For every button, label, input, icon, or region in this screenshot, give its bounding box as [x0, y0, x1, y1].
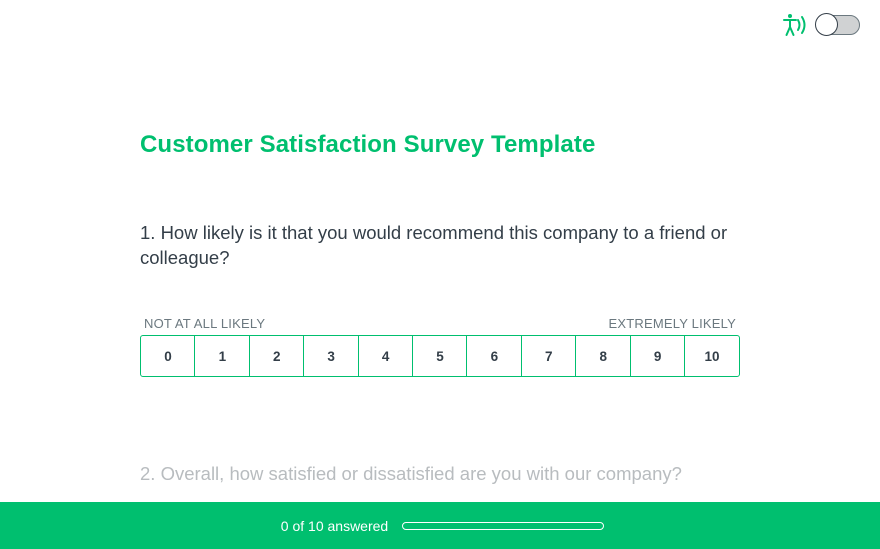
scale-labels: NOT AT ALL LIKELY EXTREMELY LIKELY [144, 316, 736, 331]
question-1-text: 1. How likely is it that you would recom… [140, 222, 728, 268]
scale-option-7[interactable]: 7 [520, 335, 577, 377]
scale-option-9[interactable]: 9 [629, 335, 686, 377]
scale-option-3[interactable]: 3 [303, 335, 360, 377]
scale-option-8[interactable]: 8 [575, 335, 632, 377]
scale-option-10[interactable]: 10 [684, 335, 740, 377]
scale-option-1[interactable]: 1 [194, 335, 251, 377]
progress-footer: 0 of 10 answered [0, 502, 880, 549]
page-title: Customer Satisfaction Survey Template [140, 131, 596, 158]
question-2-text: 2. Overall, how satisfied or dissatisfie… [140, 463, 682, 484]
scale-option-0[interactable]: 0 [140, 335, 196, 377]
scale-low-label: NOT AT ALL LIKELY [144, 316, 266, 331]
toggle-knob [815, 13, 838, 36]
survey-page: Customer Satisfaction Survey Template 1.… [0, 0, 880, 549]
scale-high-label: EXTREMELY LIKELY [608, 316, 736, 331]
nps-scale: 0 1 2 3 4 5 6 7 8 9 10 [140, 335, 740, 377]
progress-bar [402, 521, 605, 530]
scale-option-6[interactable]: 6 [466, 335, 523, 377]
progress-text: 0 of 10 answered [280, 517, 389, 534]
accessibility-icon[interactable] [782, 11, 810, 39]
scale-option-2[interactable]: 2 [248, 335, 305, 377]
accessibility-controls [782, 11, 860, 39]
scale-option-4[interactable]: 4 [357, 335, 414, 377]
scale-option-5[interactable]: 5 [412, 335, 468, 377]
accessibility-toggle[interactable] [815, 13, 860, 36]
